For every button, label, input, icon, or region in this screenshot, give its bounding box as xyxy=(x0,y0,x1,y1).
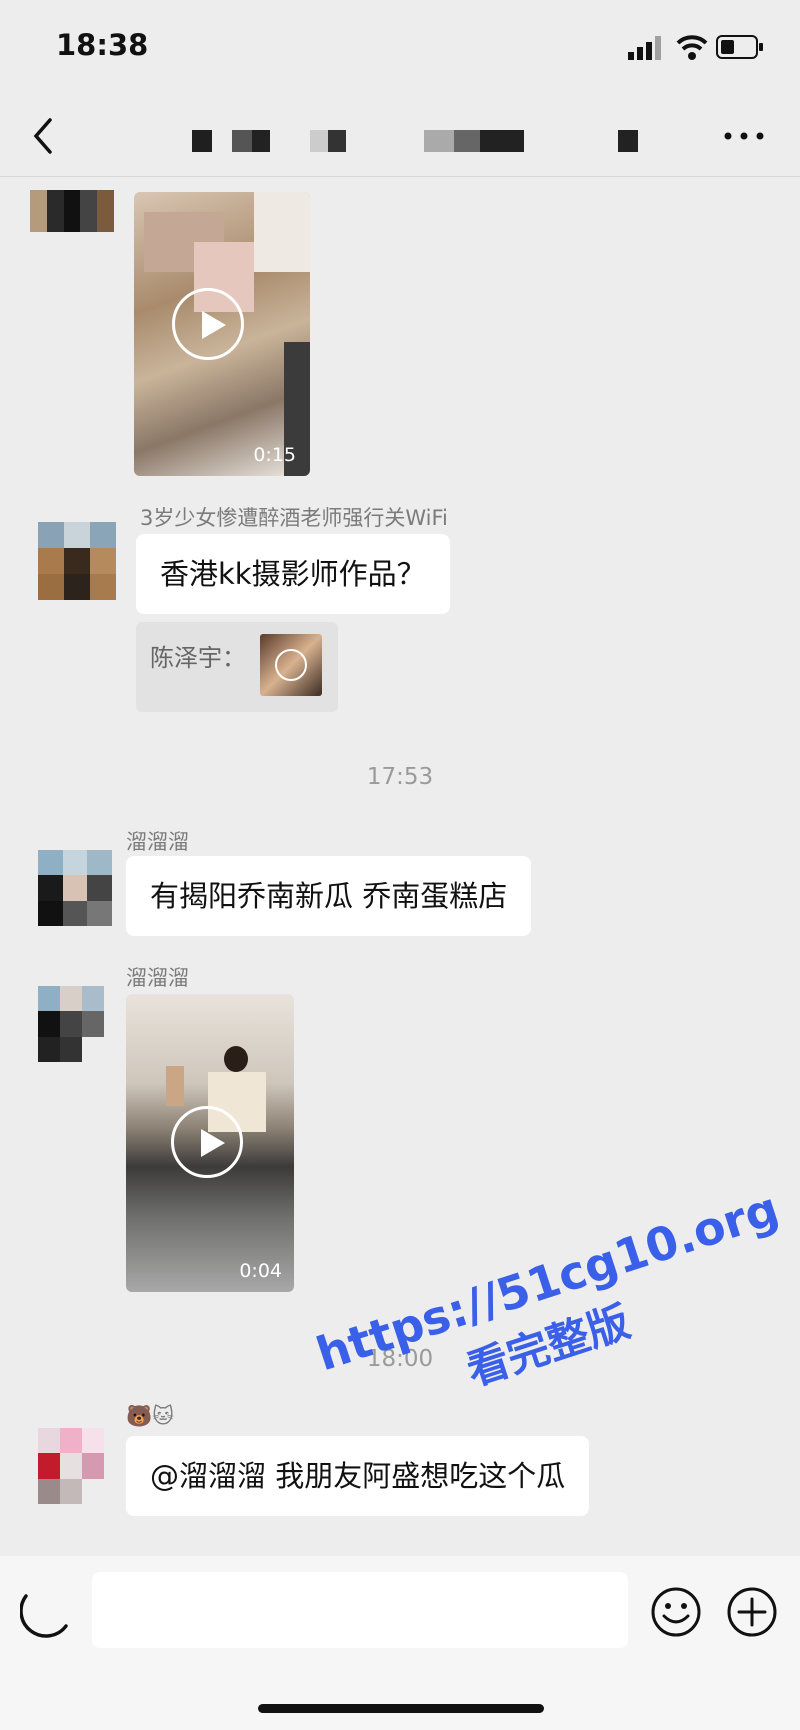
emoji-icon[interactable] xyxy=(650,1586,702,1638)
avatar[interactable] xyxy=(38,850,112,926)
play-icon[interactable] xyxy=(171,1106,243,1178)
home-indicator xyxy=(258,1704,544,1713)
quote-thumbnail[interactable] xyxy=(260,634,322,696)
video-message[interactable]: 0:15 xyxy=(134,192,310,476)
sender-name: 溜溜溜 xyxy=(126,966,189,990)
quote-bubble[interactable]: 陈泽宇： xyxy=(136,622,338,712)
avatar[interactable] xyxy=(30,190,114,232)
voice-icon[interactable] xyxy=(20,1586,72,1638)
signal-icon xyxy=(628,36,661,60)
video-message[interactable]: 0:04 xyxy=(126,994,294,1292)
quote-title: 3岁少女惨遭醉酒老师强行关WiFi xyxy=(140,506,448,530)
message-bubble[interactable]: @溜溜溜 我朋友阿盛想吃这个瓜 xyxy=(126,1436,590,1516)
sender-name: 🐻🐱 xyxy=(126,1404,175,1428)
wifi-icon xyxy=(676,35,708,60)
back-icon[interactable] xyxy=(30,116,56,156)
more-icon[interactable] xyxy=(722,130,766,142)
header-divider xyxy=(0,176,800,177)
quote-sender: 陈泽宇： xyxy=(150,644,246,672)
battery-icon xyxy=(716,35,763,59)
avatar[interactable] xyxy=(38,1428,104,1504)
avatar[interactable] xyxy=(38,522,116,600)
chat-title xyxy=(180,130,660,156)
status-time: 18:38 xyxy=(56,28,149,62)
time-separator: 17:53 xyxy=(366,764,434,790)
sender-name: 溜溜溜 xyxy=(126,830,189,854)
video-duration: 0:15 xyxy=(253,444,296,466)
message-input[interactable] xyxy=(92,1572,628,1648)
message-bubble[interactable]: 有揭阳乔南新瓜 乔南蛋糕店 xyxy=(126,856,532,936)
message-bubble[interactable]: 香港kk摄影师作品？ xyxy=(136,534,450,614)
play-icon[interactable] xyxy=(172,288,244,360)
avatar[interactable] xyxy=(38,986,104,1062)
video-duration: 0:04 xyxy=(239,1260,282,1282)
add-icon[interactable] xyxy=(726,1586,778,1638)
